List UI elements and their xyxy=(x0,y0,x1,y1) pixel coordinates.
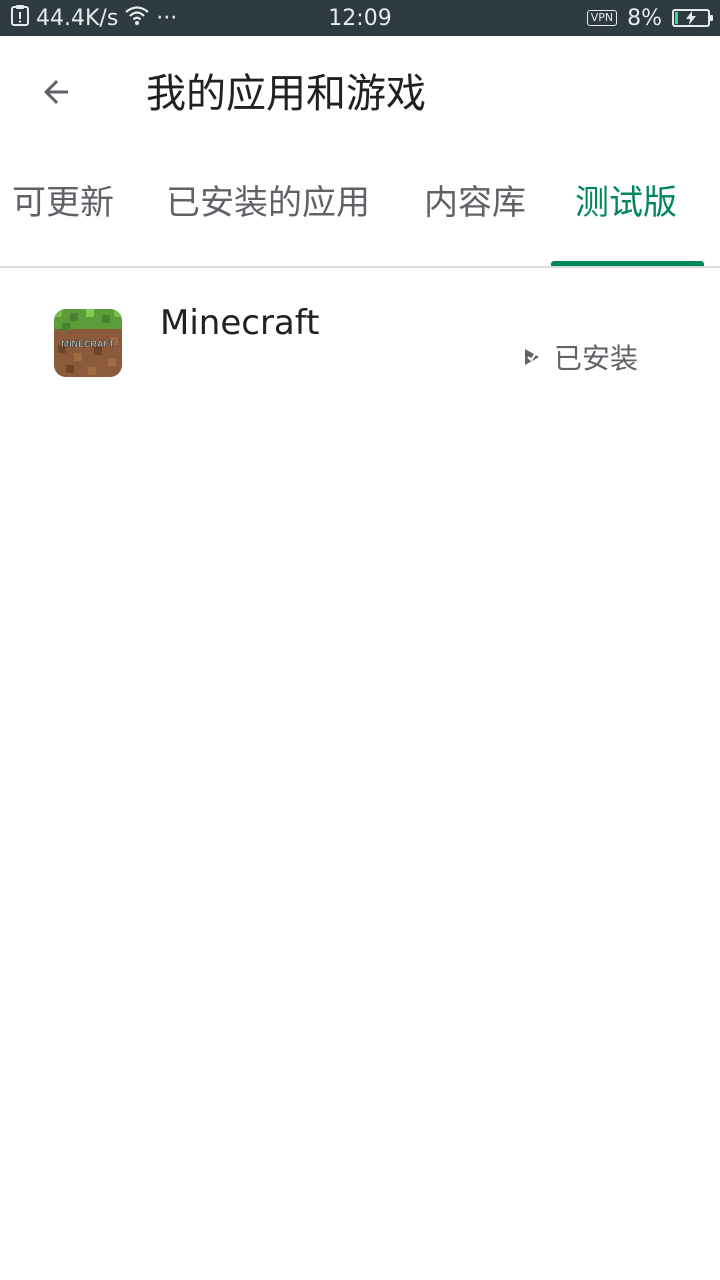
back-button[interactable] xyxy=(24,64,88,120)
installed-check-icon xyxy=(525,349,539,365)
vpn-badge: VPN xyxy=(586,10,618,26)
installed-status: 已安装 xyxy=(522,338,638,376)
installed-label: 已安装 xyxy=(554,342,639,375)
list-item-minecraft[interactable]: MINECRAFT Minecraft 已安装 xyxy=(0,290,720,400)
tab-bar: 可更新 已安装的应用 内容库 测试版 xyxy=(0,148,720,268)
status-bar: 44.4K/s ··· 12:09 VPN 8% xyxy=(0,0,720,36)
tab-installed-apps[interactable]: 已安装的应用 xyxy=(166,178,370,228)
tab-updates[interactable]: 可更新 xyxy=(12,178,114,228)
minecraft-grass-block-icon: MINECRAFT xyxy=(54,309,122,377)
page-title: 我的应用和游戏 xyxy=(146,71,426,117)
charging-bolt-icon xyxy=(686,11,696,25)
battery-icon xyxy=(672,9,713,27)
tab-beta[interactable]: 测试版 xyxy=(575,178,677,228)
battery-percent: 8% xyxy=(627,5,662,31)
tab-library[interactable]: 内容库 xyxy=(424,178,526,228)
app-name: Minecraft xyxy=(160,303,320,343)
battery-fill xyxy=(675,12,678,24)
arrow-back-icon xyxy=(44,80,68,104)
status-bar-right: VPN 8% xyxy=(586,0,713,36)
active-tab-indicator xyxy=(551,261,704,266)
app-bar: 我的应用和游戏 xyxy=(0,36,720,148)
minecraft-logo-text: MINECRAFT xyxy=(62,339,115,349)
